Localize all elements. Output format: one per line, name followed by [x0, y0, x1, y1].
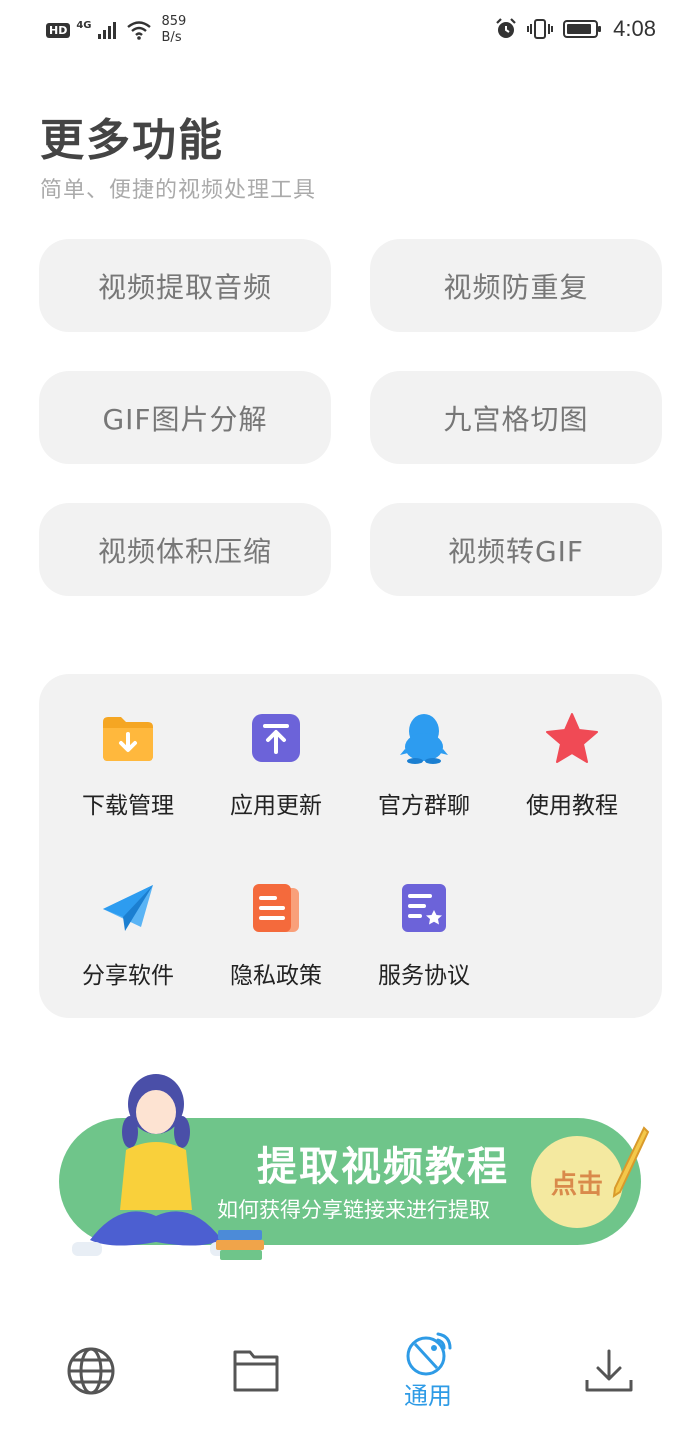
girl-reading-illustration — [72, 1074, 264, 1260]
speed-unit: B/s — [161, 30, 182, 45]
paper-plane-icon — [100, 880, 156, 936]
tool-share-app[interactable]: 分享软件 — [54, 880, 202, 990]
tool-official-group[interactable]: 官方群聊 — [350, 710, 498, 820]
feature-compress-button[interactable]: 视频体积压缩 — [39, 503, 331, 596]
clock: 4:08 — [613, 16, 656, 41]
battery-icon — [563, 20, 602, 38]
status-bar: HD 4G 859 B/s 4:08 — [0, 0, 700, 60]
screen: HD 4G 859 B/s 4:08 更多功能 简单、便捷的视频处理工具 视频提… — [0, 0, 700, 1431]
vibrate-icon — [527, 19, 554, 39]
folder-download-icon — [100, 710, 156, 766]
feature-grid-cut-button[interactable]: 九宫格切图 — [370, 371, 662, 464]
network-type: 4G — [76, 19, 92, 31]
feature-anti-duplicate-button[interactable]: 视频防重复 — [370, 239, 662, 332]
nav-download[interactable] — [584, 1348, 634, 1394]
tool-label: 隐私政策 — [230, 963, 322, 989]
feature-video-to-gif-button[interactable]: 视频转GIF — [370, 503, 662, 596]
nav-files[interactable] — [232, 1346, 282, 1394]
tool-label: 应用更新 — [230, 793, 322, 819]
star-icon — [544, 710, 600, 766]
tool-label: 服务协议 — [378, 963, 470, 989]
network-speed: 859 B/s — [162, 14, 187, 46]
tool-tutorial[interactable]: 使用教程 — [498, 710, 646, 820]
nav-general-label: 通用 — [404, 1382, 452, 1410]
feature-extract-audio-button[interactable]: 视频提取音频 — [39, 239, 331, 332]
download-icon — [585, 1349, 633, 1392]
banner-title: 提取视频教程 — [257, 1144, 509, 1190]
tool-privacy-policy[interactable]: 隐私政策 — [202, 880, 350, 990]
bottom-nav: 通用 — [0, 1320, 700, 1431]
signal-icon — [97, 22, 116, 39]
alarm-icon — [496, 18, 516, 38]
tool-label: 官方群聊 — [378, 793, 470, 819]
tool-download-manager[interactable]: 下载管理 — [54, 710, 202, 820]
agreement-icon — [396, 880, 452, 936]
tool-label: 分享软件 — [82, 963, 174, 989]
document-icon — [248, 880, 304, 936]
status-left: HD 4G 859 B/s — [46, 14, 186, 46]
tool-app-update[interactable]: 应用更新 — [202, 710, 350, 820]
tool-label: 使用教程 — [526, 793, 618, 819]
feature-gif-split-button[interactable]: GIF图片分解 — [39, 371, 331, 464]
folder-icon — [233, 1350, 279, 1392]
page-subtitle: 简单、便捷的视频处理工具 — [40, 178, 317, 203]
qq-penguin-icon — [396, 710, 452, 766]
tools-panel: 下载管理 应用更新 官方群聊 使用教程 分享软件 隐私政策 服务协议 — [39, 674, 662, 1018]
hd-badge: HD — [46, 22, 71, 38]
nav-general[interactable]: 通用 — [402, 1330, 454, 1411]
page-title: 更多功能 — [40, 115, 224, 166]
tool-label: 下载管理 — [82, 793, 174, 819]
speed-value: 859 — [161, 14, 187, 29]
satellite-icon — [406, 1332, 452, 1376]
update-icon — [248, 710, 304, 766]
nav-browser[interactable] — [66, 1346, 116, 1396]
status-right: 4:08 — [495, 16, 656, 42]
tool-service-agreement[interactable]: 服务协议 — [350, 880, 498, 990]
pencil-icon — [612, 1126, 650, 1199]
globe-icon — [67, 1347, 115, 1395]
wifi-icon — [126, 21, 151, 40]
